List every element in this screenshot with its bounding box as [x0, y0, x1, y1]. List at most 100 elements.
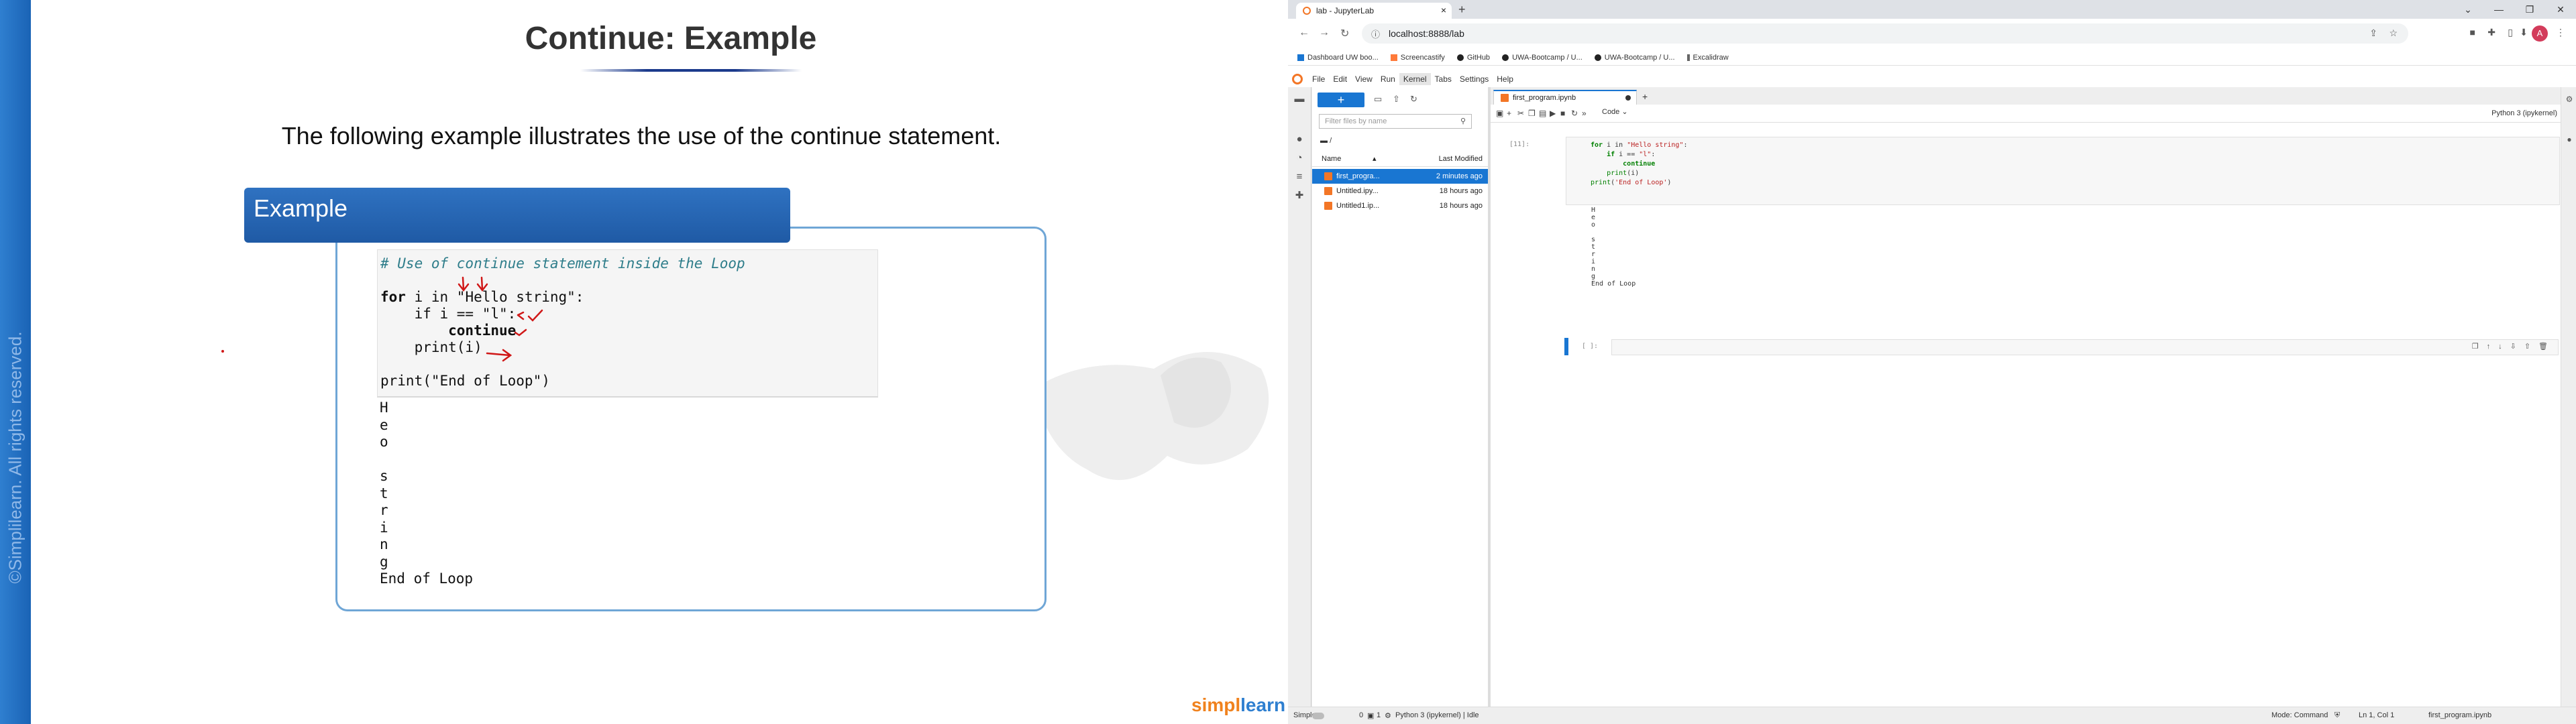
- menu-help[interactable]: Help: [1493, 73, 1517, 85]
- back-icon[interactable]: ←: [1299, 27, 1309, 39]
- bookmark-item[interactable]: Excalidraw: [1686, 53, 1729, 62]
- upload-icon[interactable]: ⇧: [1393, 94, 1400, 105]
- cell-input[interactable]: [1611, 339, 2559, 355]
- menu-run[interactable]: Run: [1377, 73, 1399, 85]
- file-row[interactable]: first_progra... 2 minutes ago: [1312, 169, 1488, 184]
- tab-close-icon[interactable]: ×: [1441, 5, 1446, 15]
- run-icon[interactable]: ▶: [1550, 109, 1556, 118]
- file-name: first_progra...: [1336, 172, 1380, 180]
- fast-forward-icon[interactable]: »: [1582, 109, 1587, 118]
- output-line: H: [1591, 206, 1596, 214]
- property-inspector-icon[interactable]: ⚙: [2564, 94, 2575, 105]
- bookmark-label: Excalidraw: [1693, 53, 1729, 62]
- copy-icon[interactable]: ❐: [1528, 109, 1536, 118]
- file-row[interactable]: Untitled.ipy... 18 hours ago: [1312, 184, 1488, 198]
- menu-view[interactable]: View: [1351, 73, 1377, 85]
- menu-kernel[interactable]: Kernel: [1399, 73, 1431, 85]
- new-tab-icon[interactable]: +: [1458, 3, 1466, 17]
- logo-part-2: learn: [1240, 695, 1286, 715]
- menu-edit[interactable]: Edit: [1329, 73, 1351, 85]
- extension-icon[interactable]: ■: [2470, 27, 2475, 38]
- share-icon[interactable]: ⇪: [2369, 27, 2377, 39]
- close-window-icon[interactable]: ✕: [2545, 0, 2576, 19]
- file-filter-input[interactable]: Filter files by name ⚲: [1319, 114, 1472, 129]
- kernel-count[interactable]: 1: [1377, 711, 1381, 719]
- active-code-cell[interactable]: [ ]: ❐↑↓⇩⇧🗑: [1564, 338, 2560, 355]
- save-icon[interactable]: ▣: [1496, 109, 1503, 118]
- code-token: "l": [1639, 151, 1652, 158]
- new-launcher-button[interactable]: +: [1318, 93, 1364, 107]
- simple-mode-toggle[interactable]: [1312, 713, 1324, 719]
- maximize-icon[interactable]: ❐: [2514, 0, 2545, 19]
- code-token: i in: [1603, 141, 1627, 149]
- insert-below-icon[interactable]: ⇩: [2510, 343, 2524, 351]
- avatar[interactable]: A: [2532, 25, 2548, 42]
- forward-icon[interactable]: →: [1319, 27, 1330, 39]
- bookmark-item[interactable]: UWA-Bootcamp / U...: [1594, 54, 1675, 62]
- download-icon[interactable]: ⬇: [2520, 27, 2528, 38]
- toc-icon[interactable]: ≡: [1294, 172, 1305, 182]
- folder-icon[interactable]: ▬: [1294, 94, 1305, 105]
- code-line: for i in "Hello string":: [1591, 141, 1688, 149]
- site-info-icon[interactable]: ⓘ: [1371, 27, 1380, 40]
- commands-icon[interactable]: ◔: [1294, 153, 1305, 164]
- delete-cell-icon[interactable]: 🗑: [2538, 343, 2556, 351]
- code-token: :: [1651, 151, 1656, 158]
- move-down-icon[interactable]: ↓: [2498, 343, 2510, 351]
- reload-icon[interactable]: ↻: [1340, 27, 1349, 40]
- kernel-name[interactable]: Python 3 (ipykernel): [2491, 109, 2557, 117]
- paste-icon[interactable]: ▤: [1539, 109, 1546, 118]
- chrome-menu-icon[interactable]: ⋮: [2556, 27, 2565, 38]
- extensions-icon[interactable]: ✚: [1294, 190, 1305, 201]
- code-cell[interactable]: for i in "Hello string": if i == "l": co…: [1566, 137, 2560, 205]
- menu-tabs[interactable]: Tabs: [1431, 73, 1456, 85]
- file-list-header: Name ▴ Last Modified: [1312, 152, 1488, 167]
- sidebar-icon[interactable]: ▯: [2508, 27, 2513, 38]
- new-folder-icon[interactable]: ▭: [1374, 94, 1382, 105]
- simplilearn-logo: simpllearn: [1191, 695, 1285, 716]
- code-line-print: print(i): [380, 339, 482, 355]
- cut-icon[interactable]: ✂: [1517, 109, 1524, 118]
- output-line: t: [1591, 243, 1596, 251]
- bookmark-item[interactable]: Dashboard UW boo...: [1297, 54, 1379, 62]
- terminal-count[interactable]: 0: [1359, 711, 1363, 719]
- puzzle-icon[interactable]: ✚: [2487, 27, 2496, 38]
- menu-file[interactable]: File: [1308, 73, 1329, 85]
- cell-toolbar: ❐↑↓⇩⇧🗑: [2472, 342, 2556, 351]
- running-kernels-icon[interactable]: ●: [1294, 134, 1305, 145]
- copyright-text: ©Simplilearn. All rights reserved.: [5, 331, 25, 584]
- notebook-tab-title: first_program.ipynb: [1513, 94, 1576, 102]
- code-line-continue: continue: [380, 322, 517, 339]
- restart-icon[interactable]: ↻: [1571, 109, 1578, 118]
- stop-icon[interactable]: ■: [1560, 109, 1565, 118]
- insert-above-icon[interactable]: ⇧: [2524, 343, 2538, 351]
- document-tab-bar: first_program.ipynb +: [1491, 87, 2576, 105]
- bookmark-star-icon[interactable]: ☆: [2389, 27, 2398, 39]
- menu-settings[interactable]: Settings: [1456, 73, 1493, 85]
- file-row[interactable]: Untitled1.ip... 18 hours ago: [1312, 198, 1488, 213]
- cell-type-value: Code: [1602, 108, 1620, 116]
- breadcrumb[interactable]: ▬ /: [1320, 137, 1332, 145]
- address-bar[interactable]: ⓘ localhost:8888/lab ⇪ ☆: [1362, 23, 2408, 44]
- move-up-icon[interactable]: ↑: [2487, 343, 2499, 351]
- bookmark-item[interactable]: UWA-Bootcamp / U...: [1502, 54, 1582, 62]
- browser-tab[interactable]: lab - JupyterLab ×: [1296, 3, 1452, 19]
- minimize-icon[interactable]: —: [2483, 0, 2514, 19]
- notebook-tab[interactable]: first_program.ipynb: [1493, 90, 1637, 105]
- tab-search-icon[interactable]: ⌄: [2453, 0, 2483, 19]
- new-tab-plus-icon[interactable]: +: [1642, 91, 1648, 102]
- unsaved-dot-icon[interactable]: [1625, 95, 1631, 101]
- code-line-for: for i in "Hello string":: [380, 289, 584, 305]
- title-underline: [580, 69, 802, 72]
- debugger-icon[interactable]: ●: [2564, 134, 2575, 145]
- cursor-position[interactable]: Ln 1, Col 1: [2359, 711, 2394, 719]
- cell-type-select[interactable]: Code ⌄: [1602, 107, 1662, 119]
- column-last-modified[interactable]: Last Modified: [1439, 155, 1483, 163]
- duplicate-cell-icon[interactable]: ❐: [2472, 343, 2487, 351]
- bookmark-item[interactable]: Screencastify: [1390, 54, 1445, 62]
- column-name[interactable]: Name: [1322, 155, 1341, 163]
- kernel-status[interactable]: Python 3 (ipykernel) | Idle: [1395, 711, 1479, 719]
- insert-cell-icon[interactable]: +: [1507, 109, 1511, 118]
- refresh-icon[interactable]: ↻: [1410, 94, 1417, 105]
- bookmark-item[interactable]: GitHub: [1456, 54, 1490, 62]
